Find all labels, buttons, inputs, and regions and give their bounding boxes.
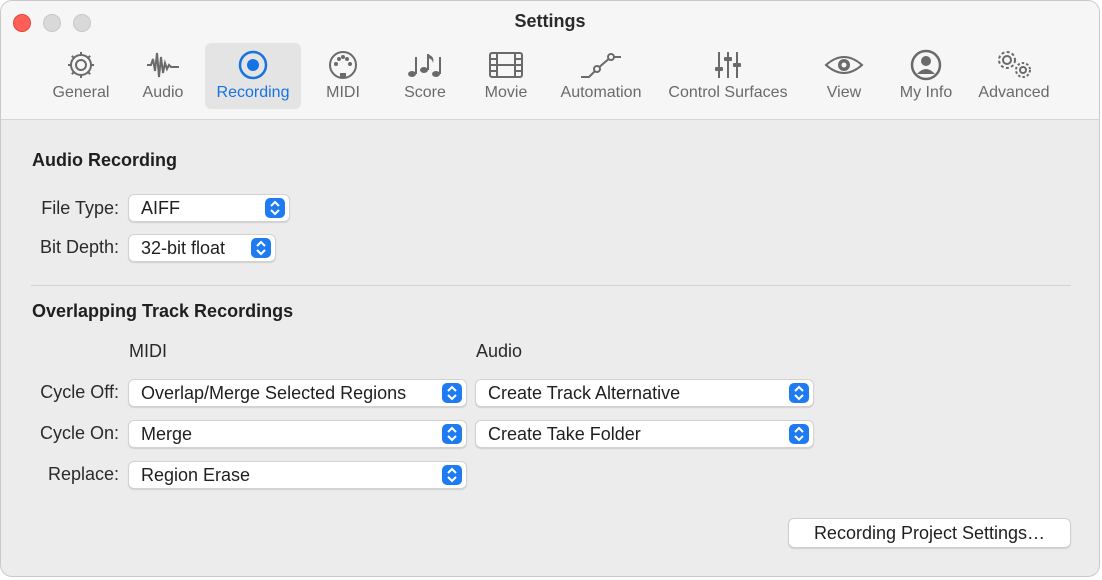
audio-column-header: Audio [476, 341, 523, 361]
cycle-on-audio-popup[interactable]: Create Take Folder [475, 420, 814, 448]
overlapping-heading: Overlapping Track Recordings [32, 301, 294, 321]
replace-midi-popup[interactable]: Region Erase [128, 461, 467, 489]
tab-label: MIDI [326, 84, 360, 101]
tab-label: My Info [899, 84, 953, 101]
recording-project-settings-button[interactable]: Recording Project Settings… [788, 518, 1071, 548]
chevron-updown-icon [442, 383, 462, 403]
faders-icon [661, 49, 795, 81]
tab-label: View [826, 84, 862, 101]
film-icon [475, 49, 537, 81]
tab-my-info[interactable]: My Info [891, 43, 961, 109]
automation-curve-icon [553, 49, 649, 81]
tab-label: Recording [216, 84, 290, 101]
cycle-on-midi-popup[interactable]: Merge [128, 420, 467, 448]
cycle-off-label: Cycle Off: [40, 382, 119, 402]
tab-label: Score [404, 84, 446, 101]
cycle-off-audio-value: Create Track Alternative [488, 383, 681, 403]
tab-label: General [52, 84, 110, 101]
file-type-popup[interactable]: AIFF [128, 194, 290, 222]
tab-automation[interactable]: Automation [553, 43, 649, 109]
file-type-value: AIFF [141, 198, 180, 218]
tab-label: Automation [560, 84, 642, 101]
file-type-label: File Type: [41, 198, 119, 218]
person-icon [891, 49, 961, 81]
tab-label: Control Surfaces [668, 84, 788, 101]
tab-movie[interactable]: Movie [475, 43, 537, 109]
tab-view[interactable]: View [813, 43, 875, 109]
tab-label: Movie [484, 84, 528, 101]
music-notes-icon [395, 49, 455, 81]
chevron-updown-icon [789, 383, 809, 403]
settings-window: Settings General Audio Recording MIDI Sc… [0, 0, 1100, 577]
tab-recording[interactable]: Recording [205, 43, 301, 109]
audio-recording-heading: Audio Recording [32, 150, 177, 170]
tab-midi[interactable]: MIDI [313, 43, 373, 109]
eye-icon [813, 49, 875, 81]
cycle-off-midi-popup[interactable]: Overlap/Merge Selected Regions [128, 379, 467, 407]
toolbar: Settings General Audio Recording MIDI Sc… [1, 1, 1099, 120]
tab-general[interactable]: General [45, 43, 117, 109]
waveform-icon [131, 49, 195, 81]
midi-column-header: MIDI [129, 341, 167, 361]
tab-score[interactable]: Score [395, 43, 455, 109]
cycle-off-midi-value: Overlap/Merge Selected Regions [141, 383, 407, 403]
cycle-on-audio-value: Create Take Folder [488, 424, 641, 444]
chevron-updown-icon [265, 198, 285, 218]
tab-control-surfaces[interactable]: Control Surfaces [661, 43, 795, 109]
replace-midi-value: Region Erase [141, 465, 251, 485]
chevron-updown-icon [789, 424, 809, 444]
tab-label: Audio [142, 84, 184, 101]
replace-label: Replace: [47, 464, 119, 484]
tab-audio[interactable]: Audio [131, 43, 195, 109]
cycle-on-midi-value: Merge [141, 424, 193, 444]
tab-label: Advanced [978, 84, 1050, 101]
chevron-updown-icon [442, 465, 462, 485]
window-title: Settings [514, 11, 586, 31]
cycle-on-label: Cycle On: [39, 423, 119, 443]
bit-depth-label: Bit Depth: [39, 237, 119, 257]
chevron-updown-icon [442, 424, 462, 444]
section-divider [31, 285, 1071, 286]
tab-advanced[interactable]: Advanced [971, 43, 1057, 109]
record-icon [205, 49, 301, 81]
chevron-updown-icon [251, 238, 271, 258]
bit-depth-value: 32-bit float [141, 238, 226, 258]
gear-icon [45, 49, 117, 81]
midi-connector-icon [313, 49, 373, 81]
cycle-off-audio-popup[interactable]: Create Track Alternative [475, 379, 814, 407]
bit-depth-popup[interactable]: 32-bit float [128, 234, 276, 262]
gears-icon [971, 49, 1057, 81]
